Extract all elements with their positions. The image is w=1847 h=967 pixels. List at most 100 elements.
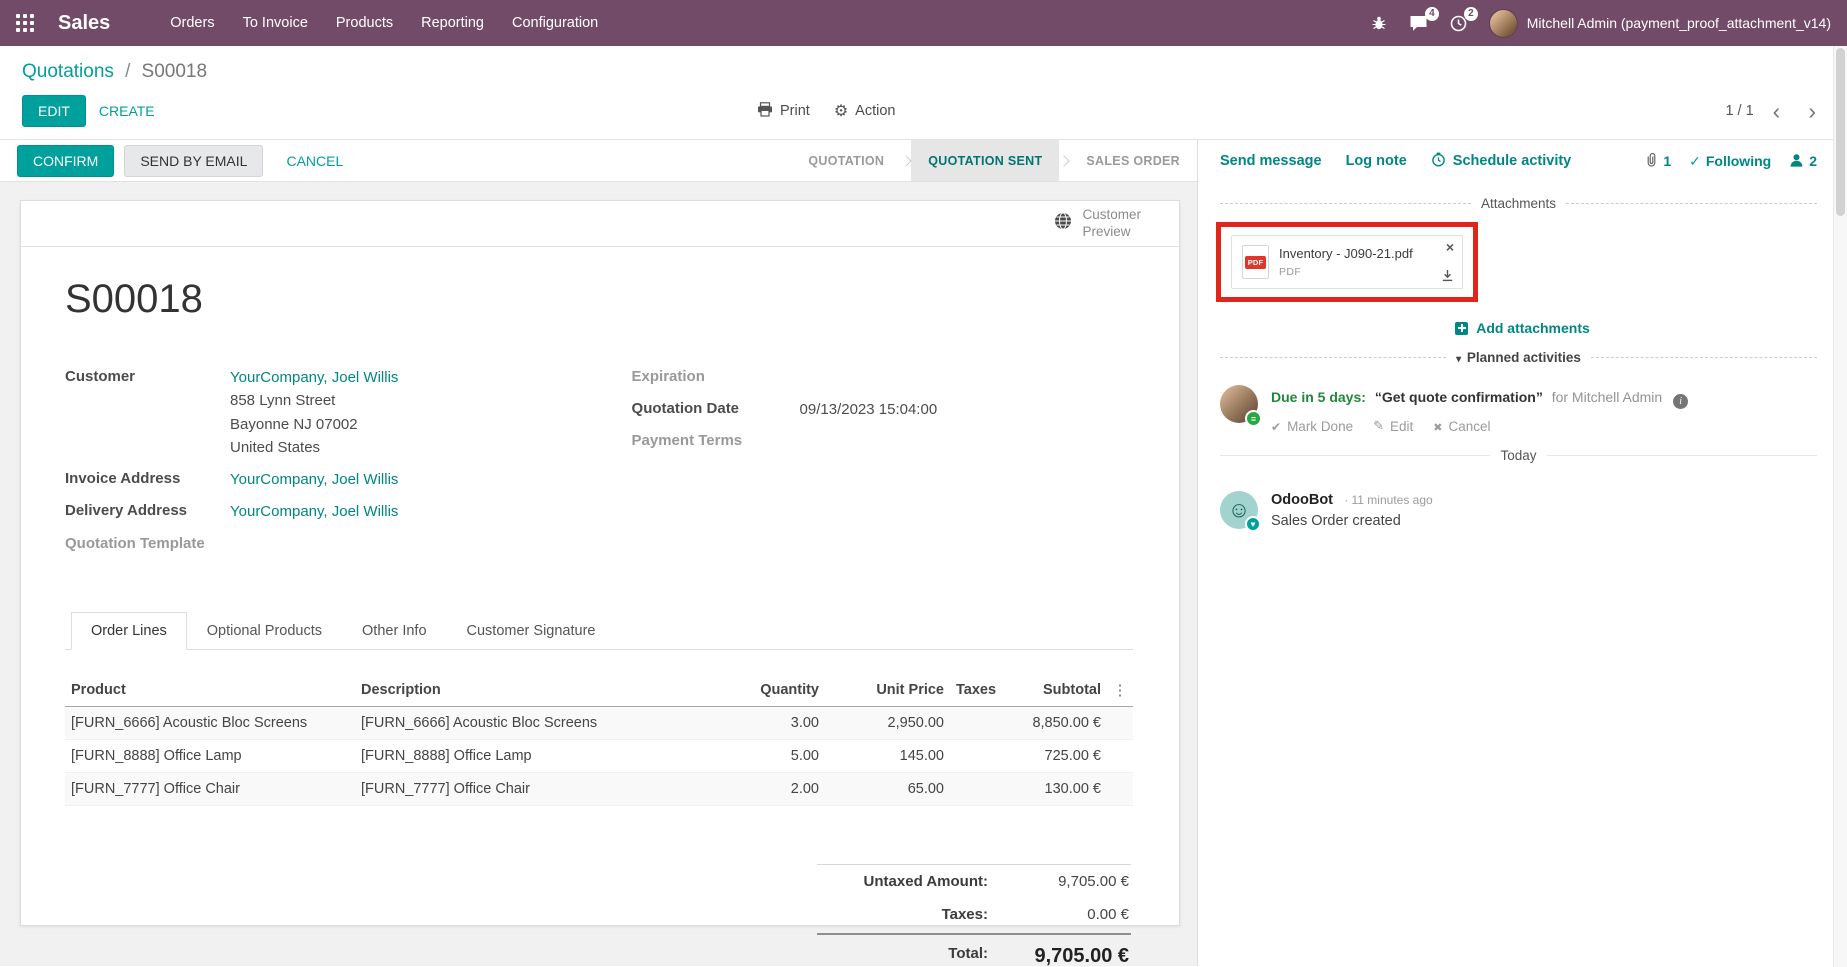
schedule-activity-label: Schedule activity <box>1453 153 1571 169</box>
menu-products[interactable]: Products <box>322 0 407 46</box>
stage-sales-order[interactable]: SALES ORDER <box>1069 140 1197 181</box>
pager-value[interactable]: 1 / 1 <box>1725 103 1753 119</box>
check-icon: ✓ <box>1689 153 1701 170</box>
menu-reporting[interactable]: Reporting <box>407 0 498 46</box>
confirm-button[interactable]: CONFIRM <box>17 145 114 177</box>
activity-actions: Mark Done Edit Cancel <box>1271 418 1688 434</box>
top-navbar: Sales Orders To Invoice Products Reporti… <box>0 0 1847 46</box>
invoice-address-link[interactable]: YourCompany, Joel Willis <box>230 468 398 491</box>
taxes-value: 0.00 € <box>1004 906 1129 923</box>
paperclip-icon <box>1645 152 1658 170</box>
row-quantity: 2.00 <box>715 773 825 805</box>
col-quantity: Quantity <box>715 674 825 706</box>
app-title[interactable]: Sales <box>58 12 110 35</box>
edit-button[interactable]: EDIT <box>22 95 86 127</box>
row-subtotal: 130.00 € <box>1025 773 1107 805</box>
user-avatar <box>1489 9 1518 38</box>
planned-activities-toggle[interactable]: ▾ Planned activities <box>1456 350 1581 365</box>
user-menu[interactable]: Mitchell Admin (payment_proof_attachment… <box>1489 9 1831 38</box>
col-description: Description <box>355 674 715 706</box>
attachments-toggle[interactable]: 1 <box>1645 152 1671 170</box>
column-options-icon[interactable]: ⋮ <box>1107 681 1133 699</box>
control-panel: EDIT CREATE Print ⚙ Action 1 / 1 ‹ › <box>0 87 1847 139</box>
activity-assignee: for Mitchell Admin <box>1552 389 1662 405</box>
attachments-divider: Attachments <box>1220 196 1817 211</box>
stage-quotation-sent[interactable]: QUOTATION SENT <box>911 140 1059 181</box>
customer-preview-label: Customer Preview <box>1082 207 1141 239</box>
divider-line <box>1220 455 1490 456</box>
activity-cancel-button[interactable]: Cancel <box>1433 418 1490 434</box>
action-button[interactable]: ⚙ Action <box>834 101 896 121</box>
attachment-name[interactable]: Inventory - J090-21.pdf <box>1279 246 1452 261</box>
add-attachments-button[interactable]: Add attachments <box>1198 320 1847 336</box>
activity-edit-button[interactable]: Edit <box>1373 418 1413 434</box>
send-message-button[interactable]: Send message <box>1220 153 1322 169</box>
messages-count-badge: 4 <box>1425 7 1439 22</box>
create-button[interactable]: CREATE <box>86 95 168 127</box>
send-by-email-button[interactable]: SEND BY EMAIL <box>124 145 263 177</box>
cancel-button[interactable]: CANCEL <box>273 145 356 177</box>
activities-count-badge: 2 <box>1464 7 1478 22</box>
tab-other-info[interactable]: Other Info <box>342 612 446 650</box>
activity-due: Due in 5 days: <box>1271 389 1366 405</box>
row-product: [FURN_6666] Acoustic Bloc Screens <box>65 707 355 739</box>
field-group-right: Expiration Quotation Date 09/13/2023 15:… <box>632 366 1133 564</box>
messages-icon[interactable]: 4 <box>1409 15 1428 32</box>
field-group-left: Customer YourCompany, Joel Willis 858 Ly… <box>65 366 592 564</box>
tab-optional-products[interactable]: Optional Products <box>187 612 342 650</box>
info-icon[interactable] <box>1673 394 1688 409</box>
scrollbar-thumb[interactable] <box>1836 48 1845 216</box>
attachment-count: 1 <box>1663 153 1671 169</box>
untaxed-amount-label: Untaxed Amount: <box>819 873 1004 890</box>
delivery-address-link[interactable]: YourCompany, Joel Willis <box>230 500 398 523</box>
form-pane: CONFIRM SEND BY EMAIL CANCEL QUOTATION Q… <box>0 140 1197 966</box>
mark-done-button[interactable]: Mark Done <box>1271 418 1353 434</box>
delivery-address-label: Delivery Address <box>65 500 230 523</box>
menu-orders[interactable]: Orders <box>156 0 228 46</box>
tab-customer-signature[interactable]: Customer Signature <box>447 612 616 650</box>
printer-icon <box>757 102 773 121</box>
debug-bug-icon[interactable] <box>1371 15 1387 31</box>
table-row[interactable]: [FURN_8888] Office Lamp [FURN_8888] Offi… <box>65 740 1133 773</box>
table-row[interactable]: [FURN_7777] Office Chair [FURN_7777] Off… <box>65 773 1133 806</box>
divider-line <box>1220 357 1446 358</box>
sheet-header: Customer Preview <box>21 201 1179 247</box>
follower-count: 2 <box>1809 153 1817 169</box>
pager-previous-icon[interactable]: ‹ <box>1764 100 1790 123</box>
notebook-tabs: Order Lines Optional Products Other Info… <box>65 612 1133 650</box>
customer-preview-button[interactable]: Customer Preview <box>1053 207 1141 239</box>
following-toggle[interactable]: ✓ Following <box>1689 153 1771 170</box>
tab-order-lines[interactable]: Order Lines <box>71 612 187 650</box>
followers-button[interactable]: 2 <box>1789 153 1817 170</box>
apps-grid-icon[interactable] <box>0 0 50 46</box>
pager-next-icon[interactable]: › <box>1799 100 1825 123</box>
log-note-button[interactable]: Log note <box>1346 153 1407 169</box>
untaxed-amount-row: Untaxed Amount: 9,705.00 € <box>817 865 1131 898</box>
print-label: Print <box>780 103 810 119</box>
message-body: Sales Order created <box>1271 513 1433 529</box>
table-row[interactable]: [FURN_6666] Acoustic Bloc Screens [FURN_… <box>65 707 1133 740</box>
taxes-row: Taxes: 0.00 € <box>817 898 1131 931</box>
taxes-label: Taxes: <box>819 906 1004 923</box>
schedule-activity-button[interactable]: Schedule activity <box>1431 152 1571 171</box>
payment-terms-label: Payment Terms <box>632 430 800 453</box>
activity-type-badge-icon <box>1245 410 1262 427</box>
customer-link[interactable]: YourCompany, Joel Willis <box>230 366 398 389</box>
attachment-card[interactable]: PDF Inventory - J090-21.pdf PDF × <box>1231 235 1463 289</box>
chatter-toolbar: Send message Log note Schedule activity … <box>1198 140 1847 182</box>
col-subtotal: Subtotal <box>1025 674 1107 706</box>
followers-icon <box>1789 153 1804 170</box>
pdf-file-icon: PDF <box>1242 245 1269 279</box>
chatter-meta: 1 ✓ Following 2 <box>1645 152 1817 170</box>
activities-clock-icon[interactable]: 2 <box>1450 15 1467 32</box>
stage-quotation[interactable]: QUOTATION <box>791 140 901 181</box>
attachment-delete-icon[interactable]: × <box>1446 239 1454 255</box>
menu-to-invoice[interactable]: To Invoice <box>229 0 322 46</box>
breadcrumb-quotations-link[interactable]: Quotations <box>22 61 114 82</box>
print-button[interactable]: Print <box>757 101 810 121</box>
attachment-download-icon[interactable] <box>1441 269 1454 282</box>
message-author: OdooBot <box>1271 492 1333 508</box>
activity-summary: “Get quote confirmation” <box>1375 389 1543 405</box>
divider-line <box>1547 455 1817 456</box>
menu-configuration[interactable]: Configuration <box>498 0 612 46</box>
